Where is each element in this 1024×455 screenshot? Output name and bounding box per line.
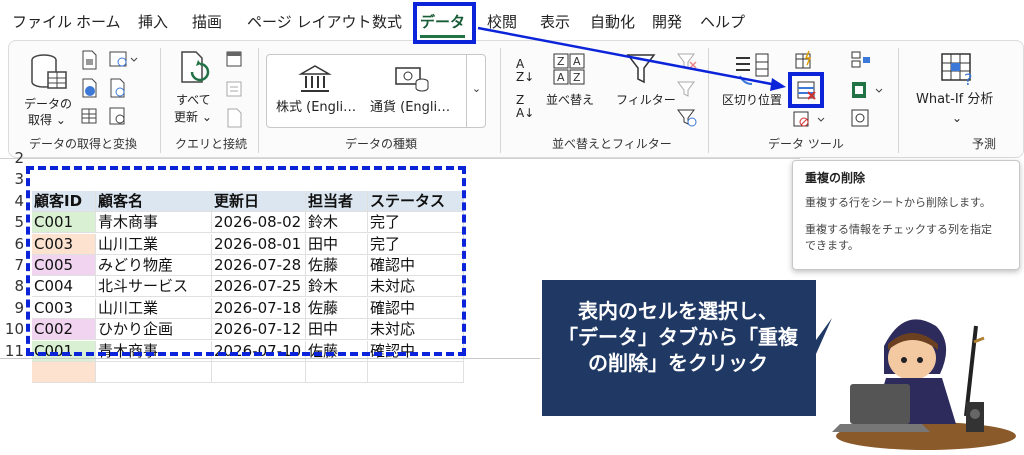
callout-line-3: の削除」をクリック bbox=[588, 351, 768, 375]
callout-text: 表内のセルを選択し、 「データ」タブから「重複 の削除」をクリック bbox=[548, 298, 808, 376]
ninja-character-illustration bbox=[832, 319, 1016, 450]
row-header[interactable]: 2 bbox=[0, 148, 24, 169]
tooltip-line-3: できます。 bbox=[805, 239, 859, 252]
row-header[interactable]: 3 bbox=[0, 169, 24, 190]
row-header[interactable]: 10 bbox=[0, 319, 24, 340]
row-header[interactable]: 8 bbox=[0, 276, 24, 297]
row-header[interactable]: 7 bbox=[0, 255, 24, 276]
tooltip-title: 重複の削除 bbox=[805, 171, 866, 185]
row-header[interactable]: 5 bbox=[0, 212, 24, 233]
row-header[interactable]: 4 bbox=[0, 191, 24, 212]
table-cell[interactable] bbox=[306, 362, 368, 383]
row-header[interactable]: 9 bbox=[0, 298, 24, 319]
table-selection-highlight bbox=[26, 166, 466, 356]
table-cell[interactable] bbox=[368, 362, 464, 383]
callout-line-1: 表内のセルを選択し、 bbox=[578, 299, 778, 323]
row-header[interactable]: 6 bbox=[0, 234, 24, 255]
table-cell[interactable] bbox=[212, 362, 306, 383]
tooltip-line-2: 重複する情報をチェックする列を指定 bbox=[805, 223, 992, 236]
table-cell[interactable] bbox=[96, 362, 212, 383]
callout-line-2: 「データ」タブから「重複 bbox=[558, 325, 798, 349]
tooltip-line-1: 重複する行をシートから削除します。 bbox=[805, 196, 991, 209]
remove-duplicates-tooltip: 重複の削除 重複する行をシートから削除します。 重複する情報をチェックする列を指… bbox=[792, 160, 1020, 270]
table-cell[interactable] bbox=[32, 362, 96, 383]
